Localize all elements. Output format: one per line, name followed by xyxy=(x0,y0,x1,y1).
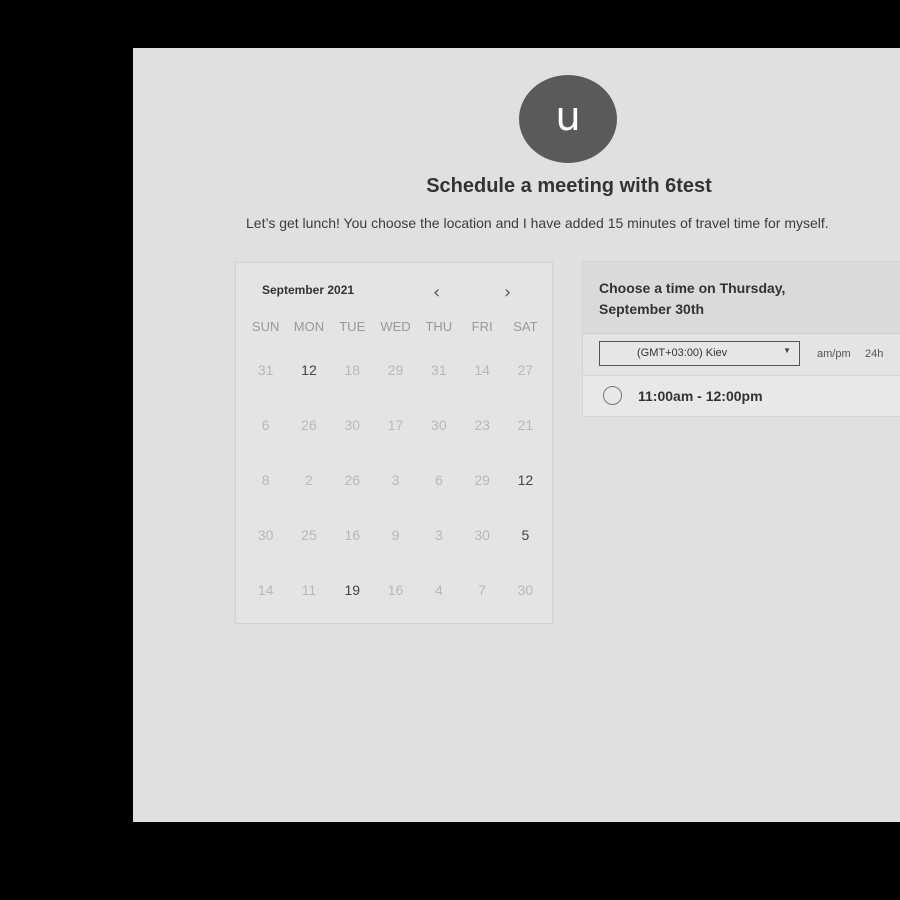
calendar-day: 16 xyxy=(344,527,361,543)
calendar-day: 4 xyxy=(434,582,443,598)
weekday-label: SUN xyxy=(251,319,280,334)
calendar-day: 14 xyxy=(474,362,490,378)
scheduling-page: u Schedule a meeting with 6test Let’s ge… xyxy=(133,48,900,822)
calendar-day: 29 xyxy=(474,472,490,488)
calendar-day: 16 xyxy=(387,582,404,598)
caret-down-icon: ▼ xyxy=(783,346,791,355)
calendar-day-available[interactable]: 19 xyxy=(331,580,374,635)
calendar-day: 31 xyxy=(431,362,447,378)
weekday-header-row: SUN MON TUE WED THU FRI SAT xyxy=(244,319,550,334)
chevron-right-icon[interactable]: › xyxy=(504,283,511,303)
weekday-label: FRI xyxy=(471,319,493,334)
time-slot-label: 11:00am - 12:00pm xyxy=(638,388,763,404)
calendar-day: 3 xyxy=(391,472,400,488)
host-avatar: u xyxy=(519,75,617,163)
date-picker-calendar: September 2021 ‹ › SUN MON TUE WED THU F… xyxy=(235,262,553,624)
calendar-day-available[interactable]: 12 xyxy=(504,470,547,525)
time-panel-header: Choose a time on Thursday, September 30t… xyxy=(583,262,900,334)
calendar-day: 6 xyxy=(261,417,270,433)
page-title: Schedule a meeting with 6test xyxy=(426,175,712,197)
weekday-label: MON xyxy=(293,319,325,334)
weekday-label: TUE xyxy=(339,319,366,334)
calendar-day: 14 xyxy=(257,582,274,598)
weekday-label: THU xyxy=(425,319,453,334)
timezone-select[interactable]: (GMT+03:00) Kiev ▼ xyxy=(599,341,800,366)
radio-button-icon[interactable] xyxy=(603,386,622,405)
format-ampm-toggle[interactable]: am/pm xyxy=(817,348,851,360)
calendar-day: 11 xyxy=(301,582,317,598)
calendar-day: 26 xyxy=(301,417,317,433)
calendar-day: 3 xyxy=(434,527,443,543)
calendar-day: 2 xyxy=(305,472,313,488)
calendar-day: 21 xyxy=(517,417,534,433)
calendar-day: 30 xyxy=(431,417,447,433)
calendar-month-label: September 2021 xyxy=(262,283,355,297)
calendar-day: 17 xyxy=(387,417,404,433)
calendar-day: 9 xyxy=(391,527,400,543)
calendar-day: 29 xyxy=(387,362,404,378)
calendar-day: 27 xyxy=(517,362,534,378)
chevron-left-icon[interactable]: ‹ xyxy=(433,283,440,303)
calendar-day: 30 xyxy=(257,527,274,543)
calendar-day-available[interactable]: 12 xyxy=(287,360,330,415)
calendar-day-grid: 31 12 18 29 31 14 27 6 26 30 17 30 23 21 8 2 26 3 6 29 12 30 2… xyxy=(244,360,550,635)
weekday-label: SAT xyxy=(513,319,538,334)
timezone-value: (GMT+03:00) Kiev xyxy=(637,347,728,359)
calendar-day: 30 xyxy=(517,582,534,598)
calendar-day: 26 xyxy=(344,472,361,488)
calendar-day: 31 xyxy=(257,362,274,378)
calendar-day: 25 xyxy=(301,527,317,543)
calendar-day: 30 xyxy=(344,417,361,433)
calendar-day: 8 xyxy=(261,472,270,488)
calendar-day: 6 xyxy=(434,472,443,488)
time-slot-option[interactable]: 11:00am - 12:00pm xyxy=(583,375,900,416)
format-24h-toggle[interactable]: 24h xyxy=(865,348,883,360)
calendar-day: 30 xyxy=(474,527,490,543)
weekday-label: WED xyxy=(380,319,411,334)
meeting-description: Let’s get lunch! You choose the location… xyxy=(246,215,829,231)
time-panel-heading: Choose a time on Thursday, September 30t… xyxy=(599,280,786,317)
time-selection-panel: Choose a time on Thursday, September 30t… xyxy=(582,261,900,417)
calendar-day: 7 xyxy=(478,582,487,598)
calendar-day-available[interactable]: 5 xyxy=(504,525,547,580)
calendar-day: 23 xyxy=(474,417,490,433)
calendar-day: 18 xyxy=(344,362,361,378)
